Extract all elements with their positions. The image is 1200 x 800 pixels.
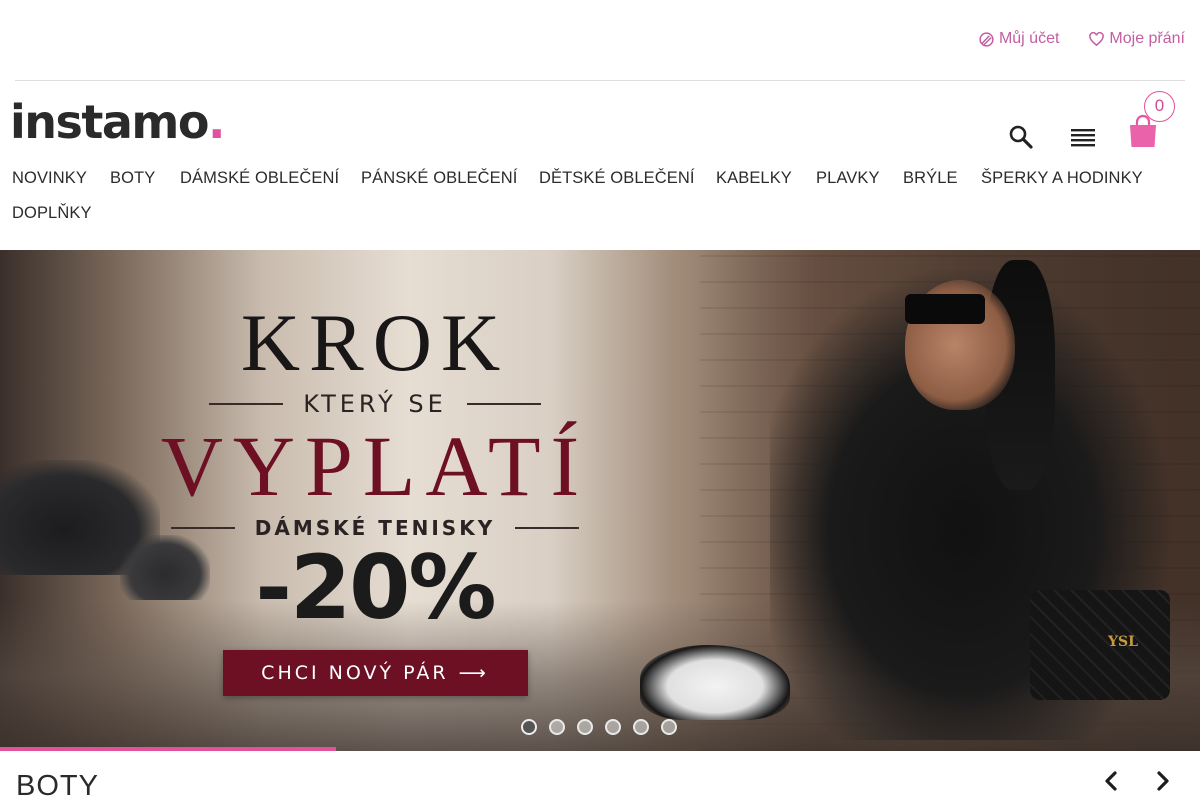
hero-rule-left-2 <box>170 527 235 529</box>
section-title: BOTY <box>16 770 99 800</box>
account-icon <box>979 31 994 47</box>
arrow-right-icon: ⟶ <box>458 662 489 684</box>
carousel-prev-button[interactable] <box>1101 770 1121 792</box>
nav-item-plavky[interactable]: PLAVKY <box>816 169 880 188</box>
nav-item-panske-obleceni[interactable]: PÁNSKÉ OBLEČENÍ <box>361 169 517 188</box>
heart-icon <box>1089 31 1105 46</box>
nav-item-boty[interactable]: BOTY <box>110 169 155 188</box>
site-logo[interactable]: instamo. <box>10 95 225 149</box>
account-links: Můj účet Moje přání <box>979 30 1185 48</box>
nav-item-damske-obleceni[interactable]: DÁMSKÉ OBLEČENÍ <box>180 169 339 188</box>
hero-subheadline: KTERÝ SE <box>303 390 447 418</box>
slider-dot-3[interactable] <box>577 719 593 735</box>
search-button[interactable] <box>1008 124 1034 150</box>
hero-cta-label: CHCI NOVÝ PÁR <box>261 662 449 684</box>
wishlist-label: Moje přání <box>1109 30 1185 47</box>
wishlist-link[interactable]: Moje přání <box>1089 30 1185 48</box>
slider-progress-bar <box>0 747 336 751</box>
hero-subline-row: KTERÝ SE <box>150 390 600 418</box>
chevron-left-icon <box>1105 771 1117 791</box>
hero-sunglasses <box>905 294 985 324</box>
hero-copy: KROK KTERÝ SE VYPLATÍ DÁMSKÉ TENISKY -20… <box>150 298 600 696</box>
logo-text: instamo <box>10 95 209 149</box>
nav-item-detske-obleceni[interactable]: DĚTSKÉ OBLEČENÍ <box>539 169 695 188</box>
hero-rule-right-2 <box>515 527 580 529</box>
chevron-right-icon <box>1157 771 1169 791</box>
hero-rule-right <box>466 403 541 405</box>
top-bar: Můj účet Moje přání <box>0 0 1200 80</box>
nav-item-doplnky[interactable]: DOPLŇKY <box>12 204 92 223</box>
menu-icon <box>1071 129 1095 147</box>
hero-banner[interactable]: YSL KROK KTERÝ SE VYPLATÍ DÁMSKÉ TENISKY… <box>0 250 1200 751</box>
hero-rule-left <box>209 403 284 405</box>
slider-dot-4[interactable] <box>605 719 621 735</box>
logo-dot: . <box>207 95 225 149</box>
slider-dot-2[interactable] <box>549 719 565 735</box>
slider-dots <box>521 719 677 735</box>
hero-discount: -20% <box>255 536 496 639</box>
hero-headline-vyplati: VYPLATÍ <box>160 418 590 514</box>
nav-item-novinky[interactable]: NOVINKY <box>12 169 87 188</box>
hero-headline-krok: KROK <box>240 297 510 388</box>
cart-count-badge[interactable]: 0 <box>1144 91 1175 122</box>
slider-dot-1[interactable] <box>521 719 537 735</box>
carousel-next-button[interactable] <box>1153 770 1173 792</box>
nav-item-bryle[interactable]: BRÝLE <box>903 169 958 188</box>
hero-handbag-image <box>1030 590 1170 700</box>
my-account-label: Můj účet <box>998 30 1060 47</box>
hero-cta-button[interactable]: CHCI NOVÝ PÁR ⟶ <box>222 650 528 696</box>
slider-dot-6[interactable] <box>661 719 677 735</box>
hero-handbag-logo: YSL <box>1108 634 1138 650</box>
nav-item-sperky-a-hodinky[interactable]: ŠPERKY A HODINKY <box>981 169 1143 188</box>
nav-item-kabelky[interactable]: KABELKY <box>716 169 792 188</box>
my-account-link[interactable]: Můj účet <box>979 30 1059 48</box>
search-icon <box>1009 125 1033 149</box>
slider-dot-5[interactable] <box>633 719 649 735</box>
header-divider <box>15 80 1185 81</box>
menu-button[interactable] <box>1071 127 1095 149</box>
